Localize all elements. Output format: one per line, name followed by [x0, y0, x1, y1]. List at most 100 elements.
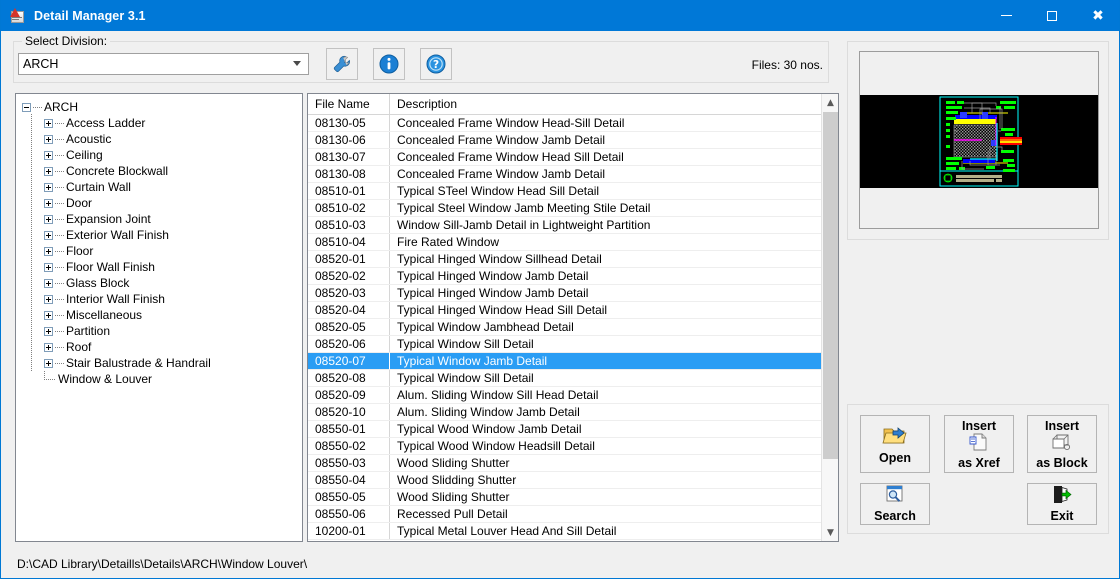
- expand-icon[interactable]: [44, 358, 53, 368]
- tree-connector: [55, 218, 64, 220]
- table-row[interactable]: 08550-06 Recessed Pull Detail: [308, 506, 838, 523]
- tree-item-interior-wall-finish[interactable]: Interior Wall Finish: [22, 290, 302, 307]
- minimize-button[interactable]: [983, 0, 1029, 31]
- tree-item-miscellaneous[interactable]: Miscellaneous: [22, 306, 302, 323]
- tree-item-partition[interactable]: Partition: [22, 322, 302, 339]
- tree-connector: [55, 346, 64, 348]
- table-row[interactable]: 08550-01 Typical Wood Window Jamb Detail: [308, 421, 838, 438]
- expand-icon[interactable]: [44, 342, 53, 352]
- tree-item-concrete-blockwall[interactable]: Concrete Blockwall: [22, 162, 302, 179]
- cell-file-name: 08520-06: [308, 336, 390, 352]
- division-combobox[interactable]: ARCH: [18, 53, 309, 75]
- table-row[interactable]: 08550-03 Wood Sliding Shutter: [308, 455, 838, 472]
- table-row[interactable]: 08130-06 Concealed Frame Window Jamb Deta…: [308, 132, 838, 149]
- insert-as-xref-button[interactable]: Insert as Xref: [944, 415, 1014, 473]
- table-row[interactable]: 08520-05 Typical Window Jambhead Detail: [308, 319, 838, 336]
- cad-drawing-svg: [860, 95, 1098, 188]
- expand-icon[interactable]: [44, 326, 53, 336]
- expand-icon[interactable]: [44, 294, 53, 304]
- close-button[interactable]: ✖: [1075, 0, 1119, 31]
- cell-description: Recessed Pull Detail: [397, 507, 508, 521]
- scroll-down-icon[interactable]: ▼: [822, 524, 838, 541]
- expand-icon[interactable]: [44, 182, 53, 192]
- table-row[interactable]: 08520-03 Typical Hinged Window Jamb Detai…: [308, 285, 838, 302]
- cell-file-name: 08550-06: [308, 506, 390, 522]
- insert-as-block-button[interactable]: Insert as Block: [1027, 415, 1097, 473]
- table-row[interactable]: 08510-02 Typical Steel Window Jamb Meetin…: [308, 200, 838, 217]
- tree-item-curtain-wall[interactable]: Curtain Wall: [22, 178, 302, 195]
- column-header-file-name[interactable]: File Name: [308, 94, 390, 115]
- tree-connector: [55, 362, 64, 364]
- table-row[interactable]: 08510-01 Typical STeel Window Head Sill D…: [308, 183, 838, 200]
- table-row[interactable]: 08520-01 Typical Hinged Window Sillhead D…: [308, 251, 838, 268]
- table-row[interactable]: 08130-08 Concealed Frame Window Jamb Deta…: [308, 166, 838, 183]
- cell-description: Typical Hinged Window Sillhead Detail: [397, 252, 602, 266]
- app-icon: [10, 7, 26, 24]
- column-header-description[interactable]: Description: [390, 94, 838, 115]
- tree-item-acoustic[interactable]: Acoustic: [22, 130, 302, 147]
- exit-button[interactable]: Exit: [1027, 483, 1097, 525]
- division-tree-panel[interactable]: ARCH Access Ladder Acoustic Ceiling Concret…: [15, 93, 303, 542]
- preview-box[interactable]: [859, 51, 1099, 229]
- table-row[interactable]: 08550-04 Wood Slidding Shutter: [308, 472, 838, 489]
- open-button[interactable]: Open: [860, 415, 930, 473]
- tree-item-floor[interactable]: Floor: [22, 242, 302, 259]
- file-list-panel[interactable]: File Name Description 08130-05 Concealed …: [307, 93, 839, 542]
- tree-item-glass-block[interactable]: Glass Block: [22, 274, 302, 291]
- scroll-up-icon[interactable]: ▲: [822, 94, 838, 111]
- expand-icon[interactable]: [44, 278, 53, 288]
- cell-file-name: 08520-01: [308, 251, 390, 267]
- tree-item-stair-balustrade-handrail[interactable]: Stair Balustrade & Handrail: [22, 354, 302, 371]
- table-row[interactable]: 08520-10 Alum. Sliding Window Jamb Detail: [308, 404, 838, 421]
- expand-icon[interactable]: [44, 310, 53, 320]
- table-row[interactable]: 08550-05 Wood Sliding Shutter: [308, 489, 838, 506]
- search-button[interactable]: Search: [860, 483, 930, 525]
- table-row[interactable]: 08510-03 Window Sill-Jamb Detail in Light…: [308, 217, 838, 234]
- table-row[interactable]: 10200-01 Typical Metal Louver Head And Si…: [308, 523, 838, 540]
- expand-icon[interactable]: [44, 166, 53, 176]
- table-row[interactable]: 08520-06 Typical Window Sill Detail: [308, 336, 838, 353]
- tree-root-node[interactable]: ARCH: [22, 99, 302, 115]
- cell-description: Wood Sliding Shutter: [397, 490, 510, 504]
- expand-icon[interactable]: [44, 198, 53, 208]
- cell-description: Window Sill-Jamb Detail in Lightweight P…: [397, 218, 651, 232]
- expand-icon[interactable]: [44, 150, 53, 160]
- tree-item-access-ladder[interactable]: Access Ladder: [22, 114, 302, 131]
- scrollbar-thumb[interactable]: [823, 112, 838, 459]
- tree-item-window-louver[interactable]: Window & Louver: [22, 370, 302, 387]
- expand-icon[interactable]: [44, 246, 53, 256]
- expand-icon[interactable]: [44, 230, 53, 240]
- table-row[interactable]: 08550-02 Typical Wood Window Headsill Det…: [308, 438, 838, 455]
- status-path-label: D:\CAD Library\Detaills\Details\ARCH\Win…: [17, 557, 308, 571]
- tree-item-door[interactable]: Door: [22, 194, 302, 211]
- settings-button[interactable]: [326, 48, 358, 80]
- tree-item-expansion-joint[interactable]: Expansion Joint: [22, 210, 302, 227]
- tree-connector: [31, 162, 32, 179]
- table-row[interactable]: 08510-04 Fire Rated Window: [308, 234, 838, 251]
- maximize-button[interactable]: [1029, 0, 1075, 31]
- detail-manager-window: Detail Manager 3.1 ✖ Select Division: AR…: [0, 0, 1120, 579]
- table-row[interactable]: 08520-04 Typical Hinged Window Head Sill …: [308, 302, 838, 319]
- help-button[interactable]: ?: [420, 48, 452, 80]
- table-row[interactable]: 08130-07 Concealed Frame Window Head Sill…: [308, 149, 838, 166]
- tree-item-roof[interactable]: Roof: [22, 338, 302, 355]
- collapse-icon[interactable]: [22, 102, 31, 112]
- tree-item-floor-wall-finish[interactable]: Floor Wall Finish: [22, 258, 302, 275]
- status-bar: D:\CAD Library\Detaills\Details\ARCH\Win…: [1, 550, 1119, 578]
- search-button-label: Search: [874, 509, 916, 523]
- table-row[interactable]: 08520-07 Typical Window Jamb Detail: [308, 353, 838, 370]
- expand-icon[interactable]: [44, 262, 53, 272]
- expand-icon[interactable]: [44, 134, 53, 144]
- expand-icon[interactable]: [44, 118, 53, 128]
- expand-icon[interactable]: [44, 214, 53, 224]
- file-list-scrollbar[interactable]: ▲ ▼: [821, 94, 838, 541]
- table-row[interactable]: 08130-05 Concealed Frame Window Head-Sill…: [308, 115, 838, 132]
- info-button[interactable]: [373, 48, 405, 80]
- table-row[interactable]: 08520-08 Typical Window Sill Detail: [308, 370, 838, 387]
- tree-item-ceiling[interactable]: Ceiling: [22, 146, 302, 163]
- table-row[interactable]: 08520-02 Typical Hinged Window Jamb Detai…: [308, 268, 838, 285]
- table-row[interactable]: 08520-09 Alum. Sliding Window Sill Head D…: [308, 387, 838, 404]
- tree-item-exterior-wall-finish[interactable]: Exterior Wall Finish: [22, 226, 302, 243]
- block-icon: [1050, 433, 1074, 454]
- cell-description: Wood Sliding Shutter: [397, 456, 510, 470]
